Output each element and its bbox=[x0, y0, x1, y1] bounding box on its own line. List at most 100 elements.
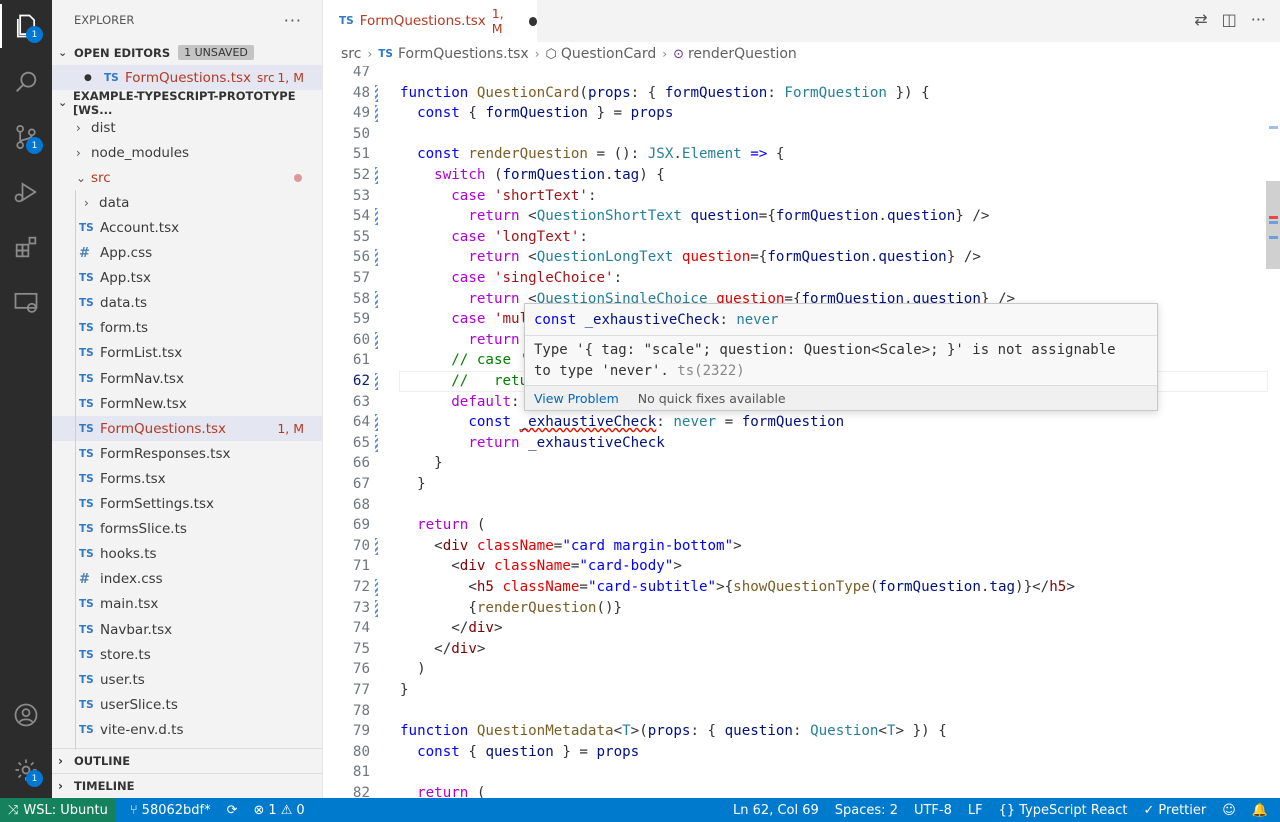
code-line[interactable]: 72 <h5 className="card-subtitle">{showQu… bbox=[323, 577, 1268, 598]
code-line[interactable]: 48 function QuestionCard(props: { formQue… bbox=[323, 83, 1268, 104]
remote-explorer-icon[interactable] bbox=[0, 276, 52, 328]
tab-formquestions[interactable]: TS FormQuestions.tsx 1, M bbox=[323, 0, 537, 42]
git-change-gutter[interactable] bbox=[375, 84, 378, 102]
file-item[interactable]: TS Forms.tsx bbox=[52, 466, 322, 491]
code-line[interactable]: 52 switch (formQuestion.tag) { bbox=[323, 165, 1268, 186]
code-line[interactable]: 65 return _exhaustiveCheck bbox=[323, 433, 1268, 454]
folder-item[interactable]: › data bbox=[52, 190, 322, 215]
file-item[interactable]: TS FormNav.tsx bbox=[52, 366, 322, 391]
source-control-icon[interactable]: 1 bbox=[0, 111, 52, 163]
problems-item[interactable]: ⊗ 1 ⚠ 0 bbox=[246, 803, 313, 818]
git-change-gutter[interactable] bbox=[375, 434, 378, 452]
unsaved-dot-icon[interactable]: ● bbox=[84, 73, 104, 83]
code-line[interactable]: 68 bbox=[323, 495, 1268, 516]
cursor-position[interactable]: Ln 62, Col 69 bbox=[725, 803, 827, 818]
explorer-icon[interactable]: 1 bbox=[0, 0, 52, 52]
folder-item[interactable]: ⌄ src bbox=[52, 165, 322, 190]
code-line[interactable]: 77} bbox=[323, 680, 1268, 701]
file-item[interactable]: TS Account.tsx bbox=[52, 215, 322, 240]
code-line[interactable]: 76 ) bbox=[323, 659, 1268, 680]
bell-icon[interactable]: 🔔 bbox=[1244, 803, 1280, 818]
open-editors-header[interactable]: ⌄ OPEN EDITORS 1 UNSAVED bbox=[52, 40, 322, 65]
code-line[interactable]: 64 const _exhaustiveCheck: never = formQ… bbox=[323, 412, 1268, 433]
code-line[interactable]: 79 function QuestionMetadata<T>(props: { … bbox=[323, 721, 1268, 742]
file-item[interactable]: # App.css bbox=[52, 241, 322, 266]
file-item[interactable]: TS store.ts bbox=[52, 642, 322, 667]
git-change-gutter[interactable] bbox=[375, 414, 378, 432]
scrollbar-thumb[interactable] bbox=[1266, 181, 1280, 269]
git-change-gutter[interactable] bbox=[375, 167, 378, 184]
file-item[interactable]: TS main.tsx bbox=[52, 592, 322, 617]
file-item[interactable]: TS hooks.ts bbox=[52, 542, 322, 567]
git-change-gutter[interactable] bbox=[375, 105, 378, 123]
code-editor[interactable]: 47 48 function QuestionCard(props: { formQ… bbox=[323, 66, 1280, 798]
code-line[interactable]: 51 const renderQuestion = (): JSX.Elemen… bbox=[323, 144, 1268, 165]
code-line[interactable]: 57 case 'singleChoice': bbox=[323, 268, 1268, 289]
file-item[interactable]: # index.css bbox=[52, 567, 322, 592]
git-change-gutter[interactable] bbox=[375, 208, 378, 226]
more-actions-icon[interactable]: ··· bbox=[284, 11, 302, 30]
file-item[interactable]: TS form.ts bbox=[52, 316, 322, 341]
folder-item[interactable]: › node_modules bbox=[52, 140, 322, 165]
file-item[interactable]: TS formsSlice.ts bbox=[52, 517, 322, 542]
branch-item[interactable]: ⑂ 58062bdf* bbox=[116, 803, 219, 818]
sync-item[interactable]: ⟳ bbox=[219, 803, 246, 818]
indentation[interactable]: Spaces: 2 bbox=[827, 803, 906, 818]
code-line[interactable]: 55 case 'longText': bbox=[323, 227, 1268, 248]
file-item[interactable]: TS user.ts bbox=[52, 667, 322, 692]
folder-item[interactable]: › dist bbox=[52, 115, 322, 140]
code-line[interactable]: 81 bbox=[323, 762, 1268, 783]
encoding[interactable]: UTF-8 bbox=[906, 803, 960, 818]
code-line[interactable]: 66 } bbox=[323, 453, 1268, 474]
code-line[interactable]: 47 bbox=[323, 66, 1268, 83]
breadcrumb-folder[interactable]: src bbox=[341, 46, 361, 62]
code-line[interactable]: 70 <div className="card margin-bottom"> bbox=[323, 536, 1268, 557]
code-line[interactable]: 78 bbox=[323, 701, 1268, 722]
remote-indicator[interactable]: ⤨ WSL: Ubuntu bbox=[0, 798, 116, 822]
feedback-icon[interactable]: ☺ bbox=[1214, 803, 1244, 818]
compare-changes-icon[interactable]: ⇄ bbox=[1194, 10, 1207, 29]
git-change-gutter[interactable] bbox=[375, 331, 378, 349]
code-line[interactable]: 82 return ( bbox=[323, 783, 1268, 798]
vertical-scrollbar[interactable] bbox=[1266, 66, 1280, 798]
file-item[interactable]: TS App.tsx bbox=[52, 266, 322, 291]
timeline-header[interactable]: › TIMELINE bbox=[52, 773, 322, 798]
code-line[interactable]: 71 <div className="card-body"> bbox=[323, 556, 1268, 577]
search-icon[interactable] bbox=[0, 56, 52, 108]
workspace-header[interactable]: ⌄ EXAMPLE-TYPESCRIPT-PROTOTYPE [WS... bbox=[52, 89, 322, 117]
code-line[interactable]: 49 const { formQuestion } = props bbox=[323, 103, 1268, 124]
more-actions-icon[interactable]: ··· bbox=[1251, 10, 1266, 29]
breadcrumb-symbol[interactable]: renderQuestion bbox=[688, 46, 797, 62]
end-of-line[interactable]: LF bbox=[960, 803, 991, 818]
open-editor-item[interactable]: ● TS FormQuestions.tsx src 1, M bbox=[52, 65, 322, 91]
git-change-gutter[interactable] bbox=[375, 290, 378, 308]
git-change-gutter[interactable] bbox=[375, 579, 378, 596]
view-problem-link[interactable]: View Problem bbox=[534, 391, 619, 406]
code-line[interactable]: 56 return <QuestionLongText question={fo… bbox=[323, 247, 1268, 268]
file-item[interactable]: TS FormNew.tsx bbox=[52, 391, 322, 416]
extensions-icon[interactable] bbox=[0, 221, 52, 273]
code-line[interactable]: 74 </div> bbox=[323, 618, 1268, 639]
run-debug-icon[interactable] bbox=[0, 166, 52, 218]
file-item[interactable]: TS FormSettings.tsx bbox=[52, 492, 322, 517]
prettier-item[interactable]: ✓ Prettier bbox=[1136, 803, 1215, 818]
language-mode[interactable]: {} TypeScript React bbox=[991, 803, 1136, 818]
file-item[interactable]: TS data.ts bbox=[52, 291, 322, 316]
git-change-gutter[interactable] bbox=[375, 599, 378, 617]
breadcrumb-file[interactable]: FormQuestions.tsx bbox=[398, 46, 529, 62]
git-change-gutter[interactable] bbox=[375, 373, 378, 390]
file-item[interactable]: TS FormQuestions.tsx 1, M bbox=[52, 416, 322, 442]
code-line[interactable]: 50 bbox=[323, 124, 1268, 145]
code-line[interactable]: 73 {renderQuestion()} bbox=[323, 598, 1268, 619]
file-item[interactable]: TS vite-env.d.ts bbox=[52, 717, 322, 742]
code-line[interactable]: 80 const { question } = props bbox=[323, 742, 1268, 763]
code-line[interactable]: 69 return ( bbox=[323, 515, 1268, 536]
account-icon[interactable] bbox=[0, 689, 52, 741]
code-line[interactable]: 53 case 'shortText': bbox=[323, 186, 1268, 207]
outline-header[interactable]: › OUTLINE bbox=[52, 748, 322, 773]
git-change-gutter[interactable] bbox=[375, 249, 378, 267]
code-line[interactable]: 75 </div> bbox=[323, 639, 1268, 660]
code-line[interactable]: 54 return <QuestionShortText question={f… bbox=[323, 206, 1268, 227]
code-line[interactable]: 67 } bbox=[323, 474, 1268, 495]
git-change-gutter[interactable] bbox=[375, 537, 378, 555]
